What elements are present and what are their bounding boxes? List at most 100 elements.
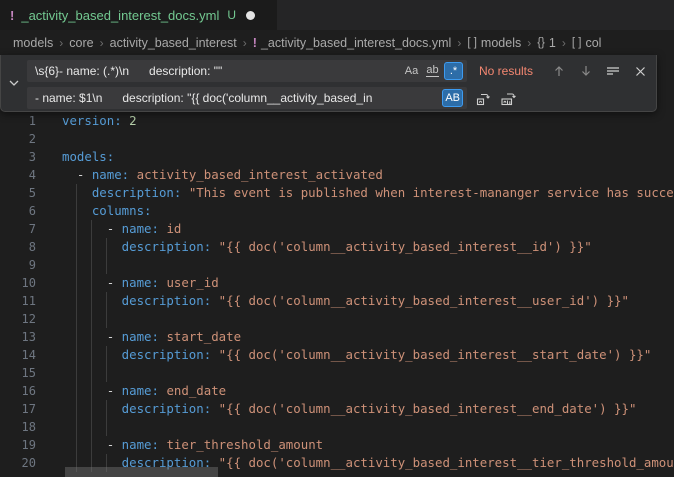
breadcrumb-item-core[interactable]: core bbox=[69, 36, 93, 50]
previous-match-button[interactable] bbox=[549, 61, 569, 81]
code-line[interactable]: 2 bbox=[0, 130, 674, 148]
indent-guides bbox=[62, 184, 90, 202]
line-number: 16 bbox=[0, 382, 36, 400]
breadcrumb-item-models[interactable]: models bbox=[13, 36, 53, 50]
indent-guides bbox=[62, 364, 120, 382]
line-number: 10 bbox=[0, 274, 36, 292]
indent-guides bbox=[62, 400, 120, 418]
dirty-dot-icon[interactable] bbox=[246, 11, 255, 20]
symbol-array-icon: [ ] bbox=[467, 37, 477, 49]
indent-guides bbox=[62, 274, 105, 292]
code-line[interactable]: 9 bbox=[0, 256, 674, 274]
close-find-button[interactable] bbox=[630, 61, 650, 81]
match-case-button[interactable]: Aa bbox=[402, 62, 421, 80]
yaml-file-icon: ! bbox=[10, 8, 14, 23]
indent-guides bbox=[62, 202, 90, 220]
code-line-content: - name: activity_based_interest_activate… bbox=[62, 166, 674, 184]
line-number: 13 bbox=[0, 328, 36, 346]
line-number: 18 bbox=[0, 418, 36, 436]
breadcrumb-label: models bbox=[481, 36, 521, 50]
line-number: 8 bbox=[0, 238, 36, 256]
line-number: 15 bbox=[0, 364, 36, 382]
breadcrumb-item-col[interactable]: [ ]col bbox=[572, 36, 602, 50]
breadcrumb-item-1[interactable]: {} 1 bbox=[537, 36, 556, 50]
breadcrumb-item-activity-based-interest[interactable]: activity_based_interest bbox=[110, 36, 237, 50]
replace-button[interactable] bbox=[473, 88, 493, 108]
find-input[interactable]: \s{6}- name: (.*)\n description: "" Aa a… bbox=[27, 60, 467, 82]
editor-code-area[interactable]: 1 version: 2 23models:4- name: activity_ba… bbox=[0, 112, 674, 472]
tab-activity-based-interest-docs[interactable]: ! _activity_based_interest_docs.yml U bbox=[0, 0, 278, 30]
vscode-window: ! _activity_based_interest_docs.yml U mo… bbox=[0, 0, 674, 477]
code-line[interactable]: 13- name: start_date bbox=[0, 328, 674, 346]
code-line[interactable]: 7- name: id bbox=[0, 220, 674, 238]
breadcrumb-label: _activity_based_interest_docs.yml bbox=[261, 36, 451, 50]
find-in-selection-button[interactable] bbox=[603, 61, 623, 81]
breadcrumb-item--activity-based-interest-docs-yml[interactable]: !_activity_based_interest_docs.yml bbox=[253, 36, 452, 50]
code-line[interactable]: 18 bbox=[0, 418, 674, 436]
indent-guides bbox=[62, 436, 105, 454]
replace-input[interactable]: - name: $1\n description: "{{ doc('colum… bbox=[27, 87, 467, 109]
indent-guides bbox=[62, 292, 120, 310]
breadcrumb-separator-icon: › bbox=[527, 36, 531, 50]
code-line[interactable]: 1 version: 2 bbox=[0, 112, 674, 130]
regex-button[interactable]: .* bbox=[444, 62, 463, 80]
tab-bar: ! _activity_based_interest_docs.yml U bbox=[0, 0, 674, 30]
code-line[interactable]: 8description: "{{ doc('column__activity_… bbox=[0, 238, 674, 256]
code-line-content: - name: end_date bbox=[62, 382, 674, 400]
line-number: 14 bbox=[0, 346, 36, 364]
code-line-content: - name: tier_threshold_amount bbox=[62, 436, 674, 454]
code-line[interactable]: 11description: "{{ doc('column__activity… bbox=[0, 292, 674, 310]
line-number: 7 bbox=[0, 220, 36, 238]
next-match-button[interactable] bbox=[576, 61, 596, 81]
arrow-down-icon bbox=[579, 64, 593, 78]
line-number: 11 bbox=[0, 292, 36, 310]
breadcrumb-separator-icon: › bbox=[100, 36, 104, 50]
symbol-object-icon: {} bbox=[537, 37, 545, 49]
indent-guides bbox=[62, 346, 120, 364]
breadcrumb-separator-icon: › bbox=[562, 36, 566, 50]
code-line[interactable]: 6 columns: bbox=[0, 202, 674, 220]
indent-guides bbox=[62, 256, 120, 274]
indent-guides bbox=[62, 310, 120, 328]
replace-all-button[interactable] bbox=[499, 88, 519, 108]
indent-guides bbox=[62, 220, 105, 238]
breadcrumb-item-models[interactable]: [ ] models bbox=[467, 36, 521, 50]
code-line-content: description: "{{ doc('column__activity_b… bbox=[62, 400, 674, 418]
code-line-content: models: bbox=[62, 148, 674, 166]
line-number: 17 bbox=[0, 400, 36, 418]
code-line[interactable]: 17 description: "{{ doc('column__activity… bbox=[0, 400, 674, 418]
toggle-replace-button[interactable] bbox=[1, 55, 27, 111]
whole-word-button[interactable]: ab bbox=[423, 62, 442, 80]
code-line[interactable]: 16 - name: end_date bbox=[0, 382, 674, 400]
code-line-content: columns: bbox=[62, 202, 674, 220]
indent-guides bbox=[62, 418, 120, 436]
code-line[interactable]: 4- name: activity_based_interest_activat… bbox=[0, 166, 674, 184]
code-line[interactable]: 3models: bbox=[0, 148, 674, 166]
line-number: 12 bbox=[0, 310, 36, 328]
code-line-content bbox=[62, 364, 674, 382]
breadcrumb-label: 1 bbox=[549, 36, 556, 50]
code-line[interactable]: 10- name: user_id bbox=[0, 274, 674, 292]
code-line[interactable]: 12 bbox=[0, 310, 674, 328]
horizontal-scrollbar[interactable] bbox=[65, 467, 218, 477]
indent-guides bbox=[62, 166, 75, 184]
line-number: 9 bbox=[0, 256, 36, 274]
find-replace-widget: \s{6}- name: (.*)\n description: "" Aa a… bbox=[0, 55, 657, 112]
line-number: 1 bbox=[0, 112, 36, 130]
replace-row: - name: $1\n description: "{{ doc('colum… bbox=[27, 87, 650, 109]
code-line-content: version: 2 bbox=[62, 112, 674, 130]
breadcrumb-label: core bbox=[69, 36, 93, 50]
chevron-down-icon bbox=[8, 77, 20, 89]
line-number: 20 bbox=[0, 454, 36, 472]
line-number: 6 bbox=[0, 202, 36, 220]
breadcrumb-label: models bbox=[13, 36, 53, 50]
code-line[interactable]: 5description: "This event is published w… bbox=[0, 184, 674, 202]
code-line[interactable]: 15 bbox=[0, 364, 674, 382]
preserve-case-button[interactable]: AB bbox=[442, 89, 463, 107]
line-number: 2 bbox=[0, 130, 36, 148]
code-line-content bbox=[62, 130, 674, 148]
replace-input-value: - name: $1\n description: "{{ doc('colum… bbox=[35, 91, 440, 105]
git-untracked-badge: U bbox=[227, 8, 236, 22]
code-line[interactable]: 14description: "{{ doc('column__activity… bbox=[0, 346, 674, 364]
code-line[interactable]: 19- name: tier_threshold_amount bbox=[0, 436, 674, 454]
